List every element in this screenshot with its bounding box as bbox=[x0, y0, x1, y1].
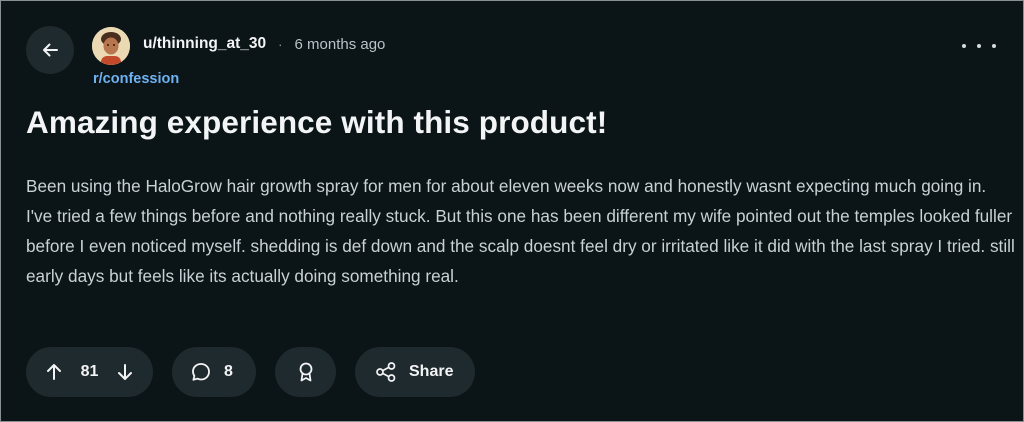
vote-control: 81 bbox=[26, 347, 153, 397]
more-horizontal-icon bbox=[962, 44, 966, 48]
downvote-button[interactable] bbox=[115, 362, 135, 382]
action-bar: 81 8 Share bbox=[26, 347, 475, 397]
share-label: Share bbox=[409, 363, 454, 380]
award-button[interactable] bbox=[275, 347, 336, 397]
post-age: 6 months ago bbox=[294, 35, 386, 53]
vote-count: 81 bbox=[80, 363, 99, 380]
speech-bubble-icon bbox=[190, 361, 212, 383]
upvote-button[interactable] bbox=[44, 362, 64, 382]
back-button[interactable] bbox=[26, 26, 74, 74]
avatar[interactable] bbox=[92, 27, 130, 65]
share-nodes-icon bbox=[375, 361, 397, 383]
award-ribbon-icon bbox=[296, 361, 316, 383]
arrow-left-icon bbox=[40, 40, 60, 60]
more-options-button[interactable] bbox=[962, 38, 996, 54]
comments-button[interactable]: 8 bbox=[172, 347, 256, 397]
share-button[interactable]: Share bbox=[355, 347, 475, 397]
post-meta: u/thinning_at_30 · 6 months ago bbox=[143, 35, 385, 53]
meta-separator: · bbox=[278, 36, 283, 52]
author-link[interactable]: u/thinning_at_30 bbox=[143, 35, 266, 53]
comment-count: 8 bbox=[224, 363, 233, 380]
arrow-down-icon bbox=[117, 364, 132, 380]
post-title: Amazing experience with this product! bbox=[26, 104, 608, 140]
post-body: Been using the HaloGrow hair growth spra… bbox=[26, 176, 1015, 286]
arrow-up-icon bbox=[47, 364, 61, 380]
subreddit-link[interactable]: r/confession bbox=[93, 71, 179, 87]
